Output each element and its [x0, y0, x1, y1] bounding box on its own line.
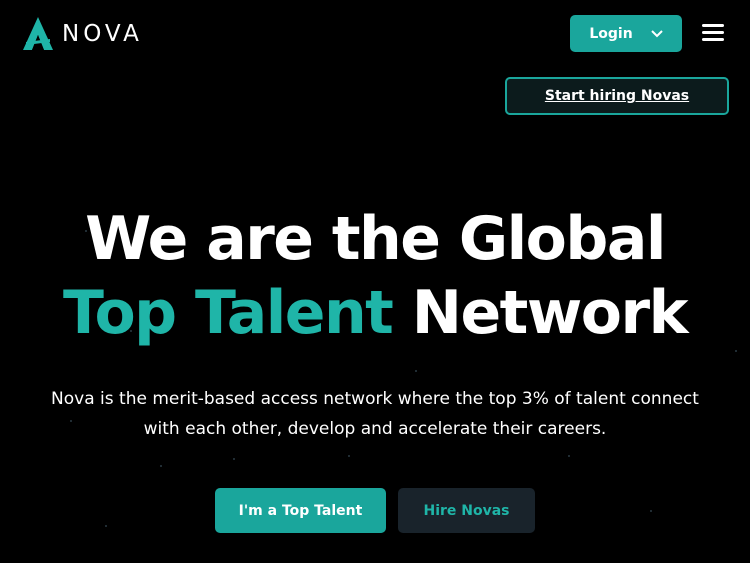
nova-logo[interactable]: NOVA	[22, 17, 143, 51]
chevron-down-icon	[650, 29, 663, 37]
hero-title-line1: We are the Global	[85, 204, 666, 274]
brand-name: NOVA	[62, 21, 143, 47]
hire-novas-button[interactable]: Hire Novas	[398, 488, 535, 533]
hero-title-rest: Network	[411, 278, 689, 348]
login-button[interactable]: Login	[570, 15, 682, 52]
nova-logo-icon	[23, 17, 53, 50]
start-hiring-link[interactable]: Start hiring Novas	[505, 77, 729, 115]
login-label: Login	[589, 25, 633, 42]
top-talent-button[interactable]: I'm a Top Talent	[215, 488, 386, 533]
hero-title-line2: Top Talent Network	[0, 277, 750, 349]
hero-subtitle: Nova is the merit-based access network w…	[30, 384, 720, 444]
hero-subtitle-line1: Nova is the merit-based access network w…	[51, 389, 699, 409]
hero-title-accent: Top Talent	[63, 278, 394, 348]
hero-subtitle-line2: with each other, develop and accelerate …	[143, 419, 607, 439]
hamburger-menu-icon[interactable]	[702, 24, 724, 44]
